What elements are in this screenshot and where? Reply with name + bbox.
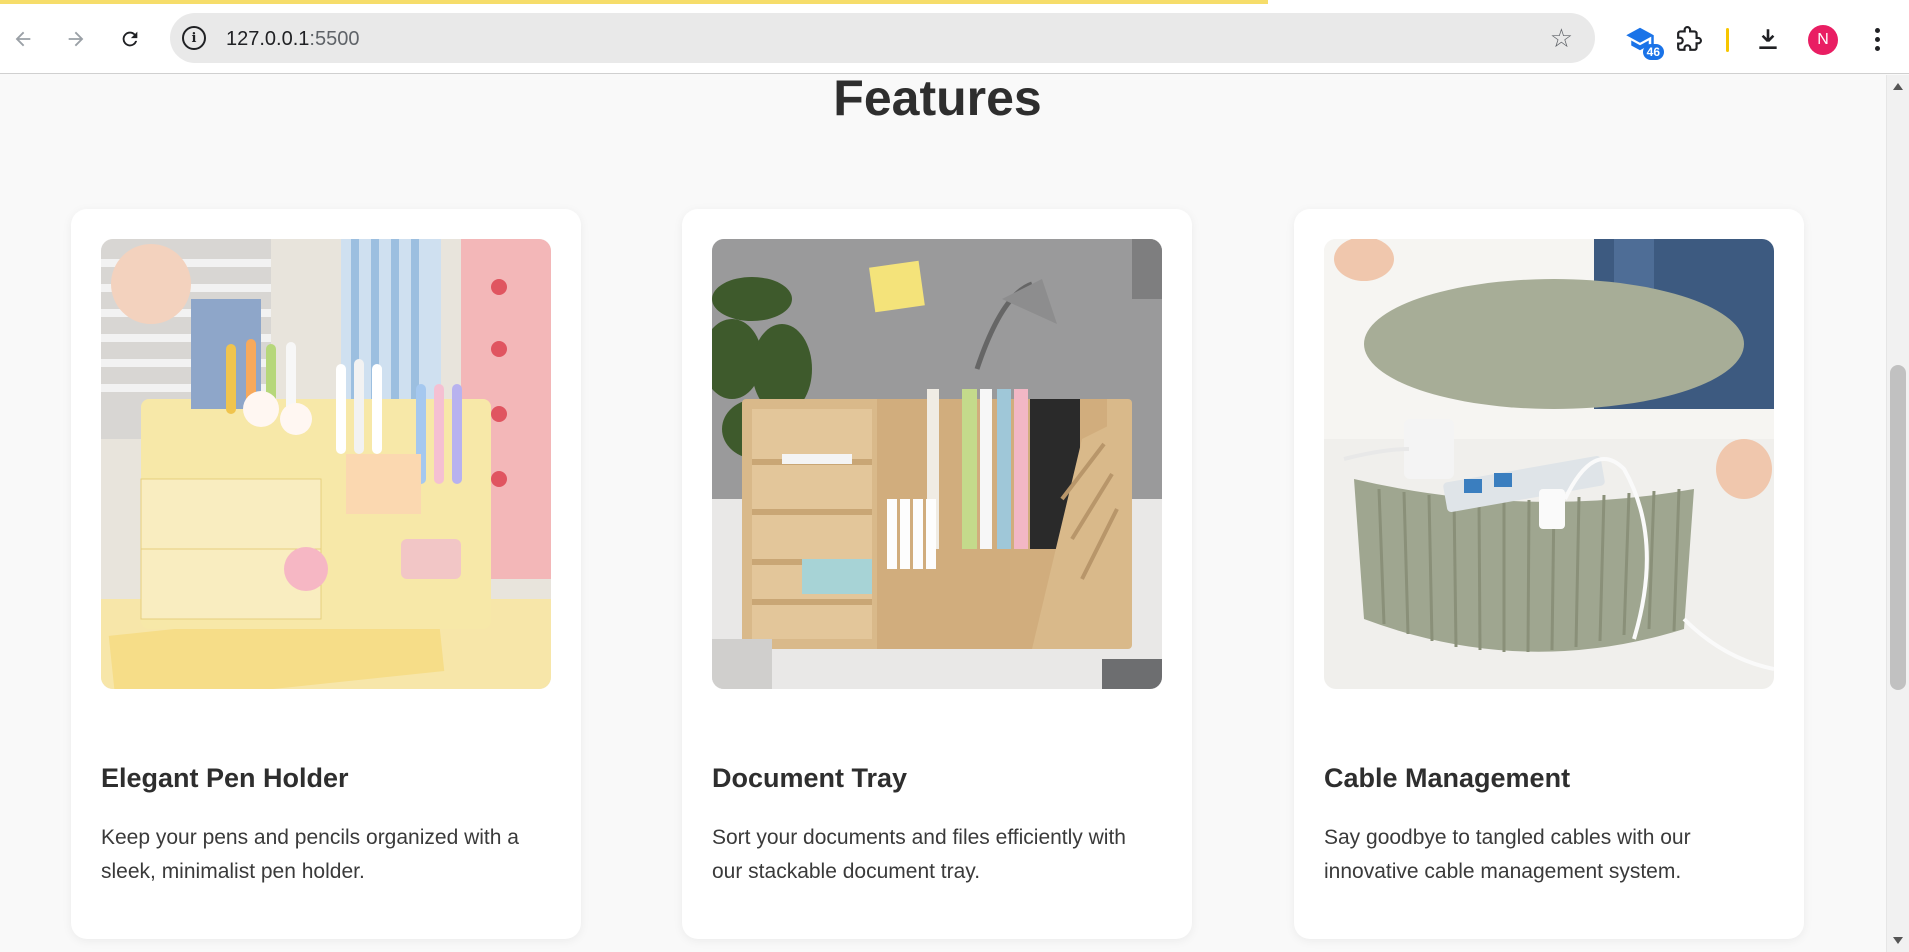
back-button[interactable] <box>6 22 40 56</box>
feature-card-description: Say goodbye to tangled cables with our i… <box>1324 826 1691 883</box>
feature-card-title: Elegant Pen Holder <box>101 763 349 793</box>
reload-icon <box>122 31 138 47</box>
feature-card-title: Cable Management <box>1324 763 1571 793</box>
menu-dot-icon <box>1874 36 1880 42</box>
extensions-button[interactable] <box>1669 20 1709 58</box>
features-heading: Features <box>833 75 1042 126</box>
site-info-icon[interactable]: i <box>182 26 206 50</box>
feature-card-pen-holder: Elegant Pen Holder Keep your pens and pe… <box>71 209 581 939</box>
extension-badge: 46 <box>1642 44 1664 60</box>
forward-arrow-icon <box>68 31 84 47</box>
scroll-down-arrow-icon[interactable] <box>1893 937 1903 944</box>
back-arrow-icon <box>15 31 31 47</box>
page-scrollbar[interactable] <box>1886 75 1909 952</box>
feature-card-description: Keep your pens and pencils organized wit… <box>101 826 519 883</box>
puzzle-icon <box>1677 26 1702 51</box>
download-icon <box>1759 29 1777 49</box>
address-bar[interactable]: i 127.0.0.1:5500 ☆ <box>170 13 1595 63</box>
feature-card-description: Sort your documents and files efficientl… <box>712 826 1126 883</box>
toolbar-separator <box>1726 28 1729 52</box>
extension-graduation-cap[interactable]: 46 <box>1620 20 1664 60</box>
feature-card-document-tray: Document Tray Sort your documents and fi… <box>682 209 1192 939</box>
scroll-up-arrow-icon[interactable] <box>1893 83 1903 90</box>
scrollbar-thumb[interactable] <box>1890 365 1906 690</box>
feature-card-cable-management: Cable Management Say goodbye to tangled … <box>1294 209 1804 939</box>
menu-dot-icon <box>1874 27 1880 33</box>
page-load-progress <box>0 0 1268 4</box>
downloads-button[interactable] <box>1748 20 1788 58</box>
cable-box-image <box>1324 239 1774 689</box>
page-viewport: Features Elegant Pen Holder Keep your pe… <box>0 75 1886 952</box>
url-text[interactable]: 127.0.0.1:5500 <box>226 28 359 51</box>
feature-card-title: Document Tray <box>712 763 908 793</box>
menu-dot-icon <box>1874 45 1880 51</box>
profile-avatar[interactable]: N <box>1808 25 1838 55</box>
browser-menu-button[interactable] <box>1862 20 1892 58</box>
browser-toolbar: i 127.0.0.1:5500 ☆ 46 N <box>0 0 1909 74</box>
reload-button[interactable] <box>113 22 147 56</box>
bookmark-star-icon[interactable]: ☆ <box>1550 23 1573 54</box>
forward-button[interactable] <box>59 22 93 56</box>
document-tray-image <box>712 239 1162 689</box>
pen-holder-image <box>101 239 551 689</box>
